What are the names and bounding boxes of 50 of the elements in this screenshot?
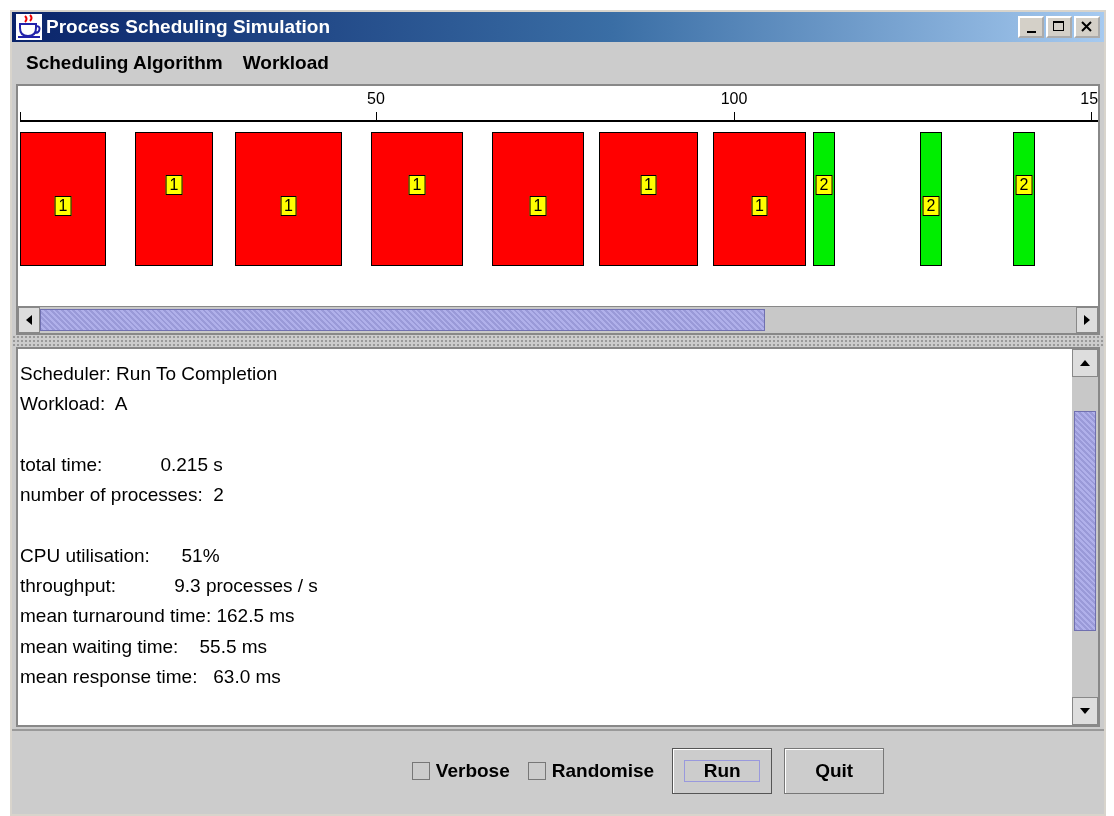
- report-line: Scheduler: Run To Completion: [20, 362, 279, 386]
- vertical-scrollbar[interactable]: [1072, 349, 1098, 725]
- process-label: 1: [165, 175, 183, 195]
- horizontal-scrollbar[interactable]: [18, 306, 1098, 333]
- process-label: 1: [280, 196, 297, 216]
- action-button[interactable]: Run: [672, 747, 773, 794]
- report-line: throughput: 9.3 processes / s: [20, 574, 319, 599]
- report-line: CPU utilisation: 51%: [20, 543, 221, 568]
- maximize-icon: [1052, 20, 1066, 34]
- process-label: 2: [922, 196, 940, 216]
- process-label: 1: [640, 175, 657, 195]
- action-button[interactable]: Quit: [784, 747, 885, 794]
- down-arrow-icon: [1079, 706, 1091, 716]
- up-arrow-icon: [1079, 358, 1091, 368]
- report-line: number of processes: 2: [20, 483, 225, 508]
- tick-label: 50: [367, 90, 385, 108]
- process-label: 1: [751, 196, 768, 216]
- checkbox-label[interactable]: Verbose: [435, 759, 510, 782]
- tick-label: 15: [1080, 90, 1098, 108]
- scroll-up-button[interactable]: [1072, 349, 1098, 377]
- minimize-button[interactable]: [1018, 16, 1044, 38]
- scroll-right-button[interactable]: [1076, 307, 1098, 333]
- process-label: 1: [408, 175, 426, 195]
- process-label: 1: [54, 196, 72, 216]
- checkbox[interactable]: [527, 761, 546, 780]
- process-label: 2: [1015, 175, 1033, 195]
- menu-item[interactable]: Scheduling Algorithm: [26, 52, 223, 74]
- report-line: mean turnaround time: 162.5 ms: [20, 604, 296, 629]
- report-line: Workload: A: [20, 392, 129, 417]
- minimize-icon: [1026, 31, 1036, 33]
- process-label: 2: [815, 175, 833, 195]
- checkbox-label[interactable]: Randomise: [551, 759, 655, 782]
- scroll-down-button[interactable]: [1072, 697, 1098, 725]
- left-arrow-icon: [24, 314, 34, 326]
- close-icon: [1080, 20, 1094, 34]
- scroll-thumb[interactable]: [40, 309, 766, 331]
- close-button[interactable]: [1074, 16, 1100, 38]
- scroll-thumb[interactable]: [1074, 411, 1096, 631]
- scroll-left-button[interactable]: [18, 307, 40, 333]
- process-label: 1: [529, 196, 547, 216]
- checkbox[interactable]: [411, 761, 430, 780]
- right-arrow-icon: [1082, 314, 1092, 326]
- report-line: mean waiting time: 55.5 ms: [20, 634, 269, 659]
- tick-label: 100: [720, 90, 748, 108]
- report-line: mean response time: 63.0 ms: [20, 665, 282, 690]
- window-title: Process Scheduling Simulation: [46, 16, 331, 38]
- cup-icon: [16, 14, 42, 40]
- report-line: total time: 0.215 s: [20, 452, 224, 477]
- menu-item[interactable]: Workload: [242, 52, 329, 74]
- maximize-button[interactable]: [1046, 16, 1072, 38]
